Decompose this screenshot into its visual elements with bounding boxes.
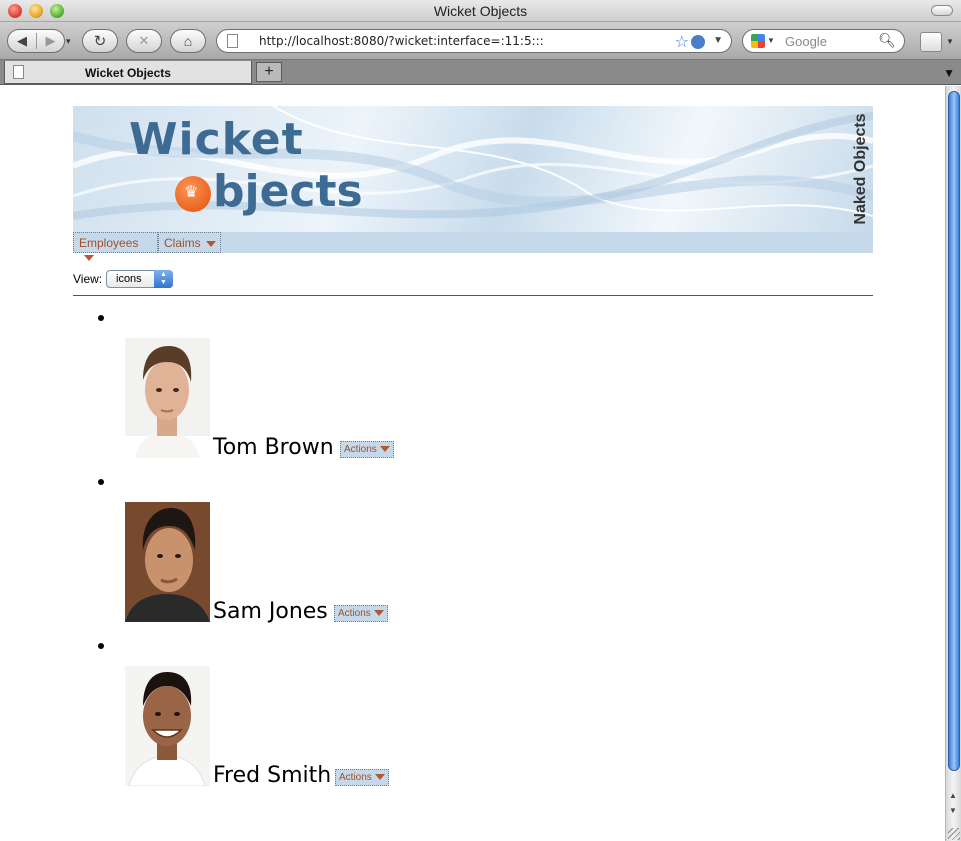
actions-label: Actions [344,444,377,455]
portrait-fred-smith[interactable] [125,666,210,786]
person-name-sam-jones[interactable]: Sam Jones [213,599,328,624]
menu-claims-label: Claims [164,236,201,250]
toolbar-toggle-button[interactable] [931,5,953,16]
list-bullet [98,643,104,649]
notepad-dropdown-icon[interactable]: ▼ [946,37,954,46]
reload-icon: ↻ [93,33,107,50]
view-select-value: icons [116,273,142,285]
tab-label: Wicket Objects [85,66,171,80]
menu-employees-label: Employees [79,236,139,250]
back-forward-group: ◀ ▶ [7,29,65,53]
view-label: View: [73,272,103,286]
scroll-down-icon[interactable]: ▼ [949,806,957,815]
actions-button-sam-jones[interactable]: Actions [334,605,388,622]
main-menu-bar: Employees Claims [73,232,873,261]
reload-button[interactable]: ↻ [82,29,118,53]
search-box[interactable]: ▼ Google 🔍︎ [742,29,905,53]
actions-label: Actions [339,772,372,783]
forward-button[interactable]: ▶ [36,33,64,49]
new-tab-button[interactable]: + [256,62,282,82]
actions-button-tom-brown[interactable]: Actions [340,441,394,458]
portrait-sam-jones[interactable] [125,502,210,622]
person-name-fred-smith[interactable]: Fred Smith [213,763,331,788]
home-icon: ⌂ [183,33,193,49]
actions-label: Actions [338,608,371,619]
notepad-icon[interactable] [920,32,942,52]
search-icon[interactable]: 🔍︎ [878,32,896,49]
history-dropdown-icon[interactable]: ▾ [66,36,71,47]
logo-o-icon [175,176,211,212]
address-bar[interactable]: http://localhost:8080/?wicket:interface=… [216,29,732,53]
chevron-down-icon [373,610,384,617]
logo-word-wicket: Wicket [129,114,304,165]
stop-button[interactable]: ✕ [126,29,162,53]
menu-claims[interactable]: Claims [158,232,221,253]
header-banner: Wicket bjects Naked Objects [73,106,873,232]
portrait-tom-brown[interactable] [125,338,210,458]
chevron-down-icon [84,254,94,261]
tab-list-icon[interactable]: ▼ [943,66,955,80]
window-titlebar: Wicket Objects [0,0,961,22]
vertical-scrollbar[interactable]: ▲ ▼ [945,86,961,841]
stop-icon: ✕ [138,33,150,48]
scrollbar-thumb[interactable] [948,91,960,771]
site-identity-icon[interactable] [691,35,705,49]
naked-objects-label: Naked Objects [852,113,869,225]
chevron-down-icon [379,446,390,453]
scroll-up-icon[interactable]: ▲ [949,791,957,800]
window-title: Wicket Objects [433,3,528,19]
search-input[interactable]: Google [785,34,827,49]
divider [73,295,873,296]
search-engine-dropdown-icon[interactable]: ▼ [767,36,775,45]
person-name-tom-brown[interactable]: Tom Brown [213,435,334,460]
resize-grip-icon[interactable] [948,828,960,840]
chevron-down-icon [374,774,385,781]
page-viewport: Wicket bjects Naked Objects Employees Cl… [0,86,945,841]
chevron-down-icon [205,240,216,247]
tab-strip: Wicket Objects + ▼ [0,60,961,85]
page-icon [227,34,238,48]
view-select[interactable]: icons ▲ ▼ [106,270,173,288]
bookmark-star-icon[interactable]: ☆ [675,32,689,52]
logo-word-objects: bjects [213,166,363,217]
url-history-dropdown-icon[interactable]: ▼ [713,35,723,46]
actions-button-fred-smith[interactable]: Actions [335,769,389,786]
browser-toolbar: ◀ ▶ ▾ ↻ ✕ ⌂ http://localhost:8080/?wicke… [0,22,961,60]
back-button[interactable]: ◀ [8,33,36,49]
list-bullet [98,315,104,321]
home-button[interactable]: ⌂ [170,29,206,53]
naked-objects-label-box: Naked Objects [849,106,873,232]
url-text[interactable]: http://localhost:8080/?wicket:interface=… [259,34,544,48]
menu-employees[interactable]: Employees [73,232,158,261]
tab-wicket-objects[interactable]: Wicket Objects [4,61,252,84]
google-icon[interactable] [751,34,765,48]
updown-arrows-icon: ▲ ▼ [154,270,173,288]
list-bullet [98,479,104,485]
